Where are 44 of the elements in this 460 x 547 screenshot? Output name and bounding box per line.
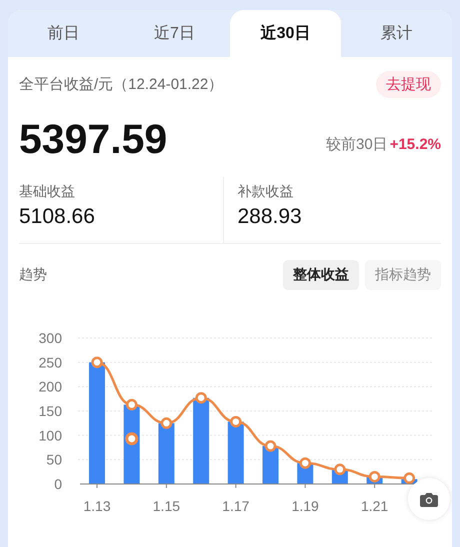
- y-tick-label: 100: [38, 427, 62, 444]
- earnings-title: 全平台收益/元（12.24-01.22）: [19, 75, 224, 94]
- data-point: [334, 464, 346, 476]
- data-point: [125, 432, 138, 446]
- x-tick-label: 1.13: [83, 498, 111, 514]
- period-tab[interactable]: 累计: [341, 10, 452, 57]
- period-tab[interactable]: 前日: [8, 10, 119, 57]
- data-point: [299, 457, 311, 469]
- trend-toggle[interactable]: 整体收益: [283, 260, 359, 290]
- compare-value: +15.2%: [390, 136, 441, 153]
- stat-label: 补款收益: [238, 183, 294, 201]
- y-tick-label: 250: [38, 354, 62, 370]
- data-point: [195, 392, 207, 404]
- compare-label: 较前30日: [326, 135, 388, 154]
- period-tab[interactable]: 近7日: [119, 10, 230, 57]
- data-point: [230, 416, 242, 428]
- x-tick-label: 1.21: [360, 498, 388, 514]
- trend-title: 趋势: [19, 266, 48, 284]
- trend-toggle[interactable]: 指标趋势: [365, 260, 441, 290]
- data-point: [368, 470, 380, 482]
- bar: [228, 422, 244, 484]
- stat-label: 基础收益: [19, 183, 76, 201]
- y-tick-label: 0: [54, 476, 62, 492]
- data-point: [404, 472, 416, 484]
- stat-value: 288.93: [238, 205, 303, 229]
- y-tick-label: 300: [38, 330, 62, 346]
- data-point: [126, 398, 138, 410]
- bar: [158, 423, 174, 484]
- x-tick-label: 1.15: [152, 498, 180, 514]
- withdraw-button[interactable]: 去提现: [376, 71, 441, 98]
- period-tab[interactable]: 近30日: [230, 10, 341, 57]
- bar: [262, 446, 278, 484]
- stat-value: 5108.66: [19, 205, 96, 229]
- x-tick-label: 1.19: [292, 498, 319, 514]
- total-earnings: 5397.59: [19, 116, 168, 163]
- data-point: [160, 417, 172, 429]
- camera-icon: [420, 492, 438, 506]
- x-tick-label: 1.17: [222, 498, 250, 514]
- y-tick-label: 150: [38, 403, 62, 419]
- data-point: [264, 440, 276, 452]
- y-tick-label: 50: [46, 452, 62, 468]
- y-tick-label: 200: [38, 378, 62, 395]
- camera-button[interactable]: [408, 478, 450, 520]
- data-point: [91, 356, 103, 368]
